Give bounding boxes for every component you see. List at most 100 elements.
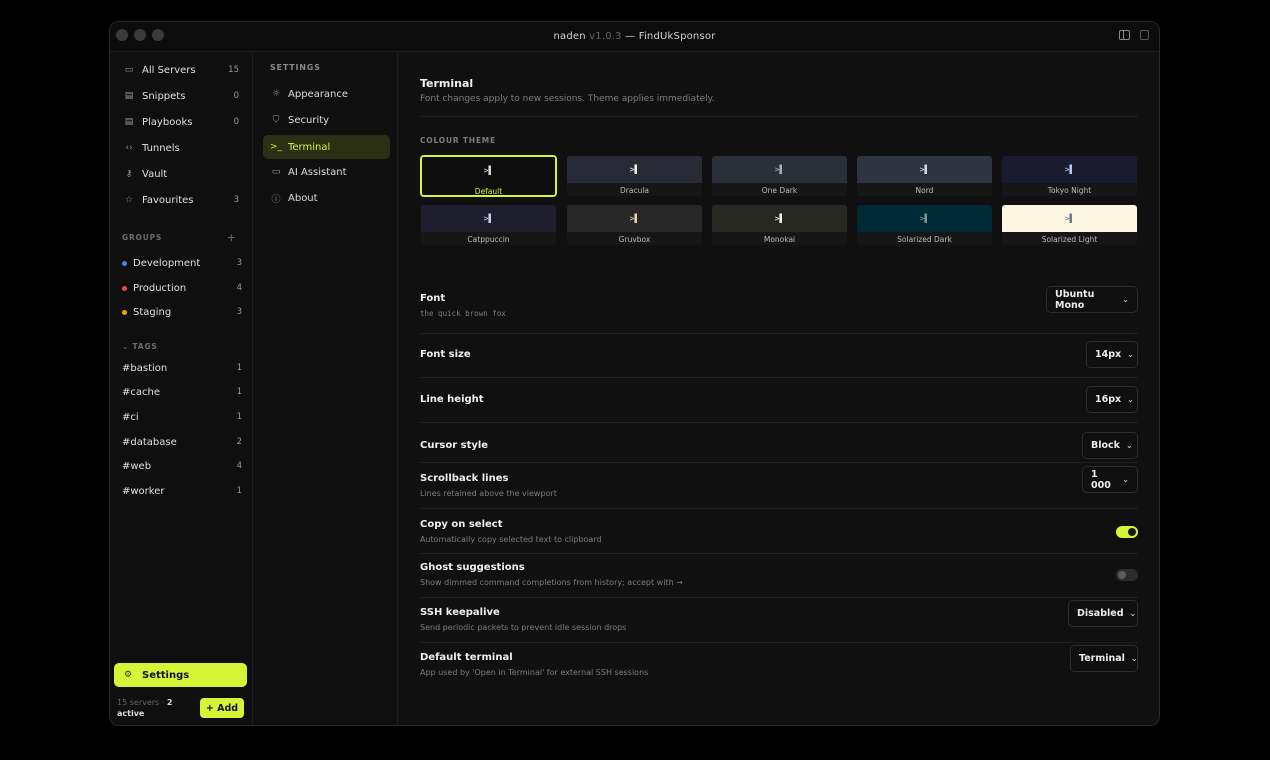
- sidebar-item-count: 0: [233, 117, 239, 127]
- theme-swatch-tokyo-night[interactable]: >▌ Tokyo Night: [1001, 155, 1138, 197]
- theme-name: Default: [422, 184, 555, 195]
- sidebar-item-label: Tunnels: [142, 142, 180, 154]
- settings-tab-terminal[interactable]: >_ Terminal: [263, 135, 390, 159]
- theme-preview: >▌: [857, 205, 992, 232]
- tags-heading[interactable]: ⌄ TAGS: [122, 342, 158, 351]
- theme-preview: >▌: [712, 156, 847, 183]
- chevron-down-icon: ⌄: [1122, 475, 1129, 484]
- add-group-icon[interactable]: +: [227, 231, 236, 244]
- app-window: naden v1.0.3 — FindUkSponsor ▭ All Serve…: [109, 21, 1160, 726]
- sidebar-item-label: Vault: [142, 168, 168, 180]
- theme-swatch-catppuccin[interactable]: >▌ Catppuccin: [420, 204, 557, 246]
- scrollback-select[interactable]: 1 000 ⌄: [1082, 466, 1138, 493]
- setting-label-copy-on-select: Copy on select: [420, 519, 503, 530]
- chevron-down-icon: ⌄: [1127, 350, 1134, 359]
- settings-tab-about[interactable]: ⓘ About: [263, 186, 390, 210]
- group-item-development[interactable]: Development 3: [122, 254, 242, 272]
- tag-item-database[interactable]: #database 2: [122, 433, 242, 451]
- tag-item-bastion[interactable]: #bastion 1: [122, 359, 242, 377]
- copy-on-select-toggle[interactable]: [1116, 526, 1138, 538]
- select-value: Terminal: [1079, 653, 1125, 664]
- theme-name: Monokai: [712, 232, 847, 245]
- tag-count: 4: [236, 461, 242, 471]
- select-value: 14px: [1095, 349, 1122, 360]
- setting-label-cursor-style: Cursor style: [420, 440, 489, 451]
- theme-swatch-one-dark[interactable]: >▌ One Dark: [711, 155, 848, 197]
- sidebar-item-favourites[interactable]: ☆ Favourites 3: [116, 189, 247, 211]
- tag-item-ci[interactable]: #ci 1: [122, 408, 242, 426]
- chat-icon: ▭: [271, 167, 281, 177]
- chevron-down-icon: ⌄: [1122, 295, 1129, 304]
- sidebar-item-tunnels[interactable]: ‹› Tunnels: [116, 137, 247, 159]
- group-color-dot: [122, 309, 127, 315]
- shield-icon: ⛉: [272, 115, 280, 125]
- tag-label: #web: [122, 460, 152, 472]
- active-count: 2: [166, 698, 173, 707]
- sidebar-item-playbooks[interactable]: ▤ Playbooks 0: [116, 111, 247, 133]
- group-color-dot: [122, 260, 127, 266]
- theme-swatch-monokai[interactable]: >▌ Monokai: [711, 204, 848, 246]
- sidebar-item-count: 0: [233, 91, 239, 101]
- theme-swatch-nord[interactable]: >▌ Nord: [856, 155, 993, 197]
- minimize-window-button[interactable]: [134, 29, 146, 41]
- settings-tab-appearance[interactable]: ☼ Appearance: [263, 82, 390, 106]
- add-server-button[interactable]: + Add: [200, 698, 244, 718]
- theme-swatch-solarized-light[interactable]: >▌ Solarized Light: [1001, 204, 1138, 246]
- settings-button[interactable]: ⚙ Settings: [114, 663, 247, 687]
- window-controls: [116, 29, 164, 41]
- theme-swatch-solarized-dark[interactable]: >▌ Solarized Dark: [856, 204, 993, 246]
- setting-label-default-terminal: Default terminal: [420, 652, 513, 663]
- group-item-production[interactable]: Production 4: [122, 279, 242, 297]
- group-item-staging[interactable]: Staging 3: [122, 303, 242, 321]
- settings-tab-label: Security: [288, 114, 330, 126]
- line-height-select[interactable]: 16px ⌄: [1086, 386, 1138, 413]
- theme-name: Dracula: [567, 183, 702, 196]
- default-terminal-select[interactable]: Terminal ⌄: [1070, 645, 1138, 672]
- select-value: Disabled: [1077, 608, 1124, 619]
- tag-item-worker[interactable]: #worker 1: [122, 482, 242, 500]
- setting-description: the quick brown fox: [420, 309, 506, 318]
- sidebar-item-vault[interactable]: ⚷ Vault: [116, 163, 247, 185]
- tag-count: 1: [236, 412, 242, 422]
- toggle-knob: [1118, 571, 1126, 579]
- ghost-toggle[interactable]: [1116, 569, 1138, 581]
- chevron-down-icon: ⌄: [1127, 395, 1134, 404]
- sidebar-item-count: 15: [228, 65, 239, 75]
- row-divider: [420, 462, 1138, 463]
- theme-swatch-gruvbox[interactable]: >▌ Gruvbox: [566, 204, 703, 246]
- settings-tab-security[interactable]: ⛉ Security: [263, 108, 390, 132]
- sidebar-item-snippets[interactable]: ▤ Snippets 0: [116, 85, 247, 107]
- theme-swatch-default[interactable]: >▌ Default: [420, 155, 557, 197]
- app-name: naden: [553, 31, 586, 42]
- settings-tab-label: AI Assistant: [288, 166, 347, 178]
- sidebar-item-label: All Servers: [142, 64, 196, 76]
- colour-theme-heading: COLOUR THEME: [420, 136, 496, 145]
- theme-preview: >▌: [567, 156, 702, 183]
- settings-tab-ai-assistant[interactable]: ▭ AI Assistant: [263, 160, 390, 184]
- setting-label-ghost: Ghost suggestions: [420, 562, 525, 573]
- theme-swatch-dracula[interactable]: >▌ Dracula: [566, 155, 703, 197]
- toggle-sidebar-icon[interactable]: [1119, 30, 1130, 40]
- select-value: Block: [1091, 440, 1120, 451]
- theme-name: Gruvbox: [567, 232, 702, 245]
- monitor-icon: ▭: [124, 65, 134, 75]
- sidebar-item-all-servers[interactable]: ▭ All Servers 15: [116, 59, 247, 81]
- tag-item-cache[interactable]: #cache 1: [122, 383, 242, 401]
- server-status: 15 servers · 2 active: [117, 697, 197, 719]
- settings-menu: SETTINGS ☼ Appearance ⛉ Security >_ Term…: [253, 52, 398, 725]
- font-select[interactable]: Ubuntu Mono ⌄: [1046, 286, 1138, 313]
- theme-preview: >▌: [421, 205, 556, 232]
- keepalive-select[interactable]: Disabled ⌄: [1068, 600, 1138, 627]
- cursor-style-select[interactable]: Block ⌄: [1082, 432, 1138, 459]
- row-divider: [420, 422, 1138, 423]
- window-title: naden v1.0.3 — FindUkSponsor: [553, 31, 715, 42]
- groups-heading: GROUPS: [122, 233, 163, 242]
- theme-name: Solarized Light: [1002, 232, 1137, 245]
- toggle-knob: [1128, 528, 1136, 536]
- tag-item-web[interactable]: #web 4: [122, 457, 242, 475]
- close-window-button[interactable]: [116, 29, 128, 41]
- setting-description: Show dimmed command completions from his…: [420, 578, 683, 587]
- font-size-select[interactable]: 14px ⌄: [1086, 341, 1138, 368]
- zoom-window-button[interactable]: [152, 29, 164, 41]
- device-icon[interactable]: [1140, 30, 1149, 40]
